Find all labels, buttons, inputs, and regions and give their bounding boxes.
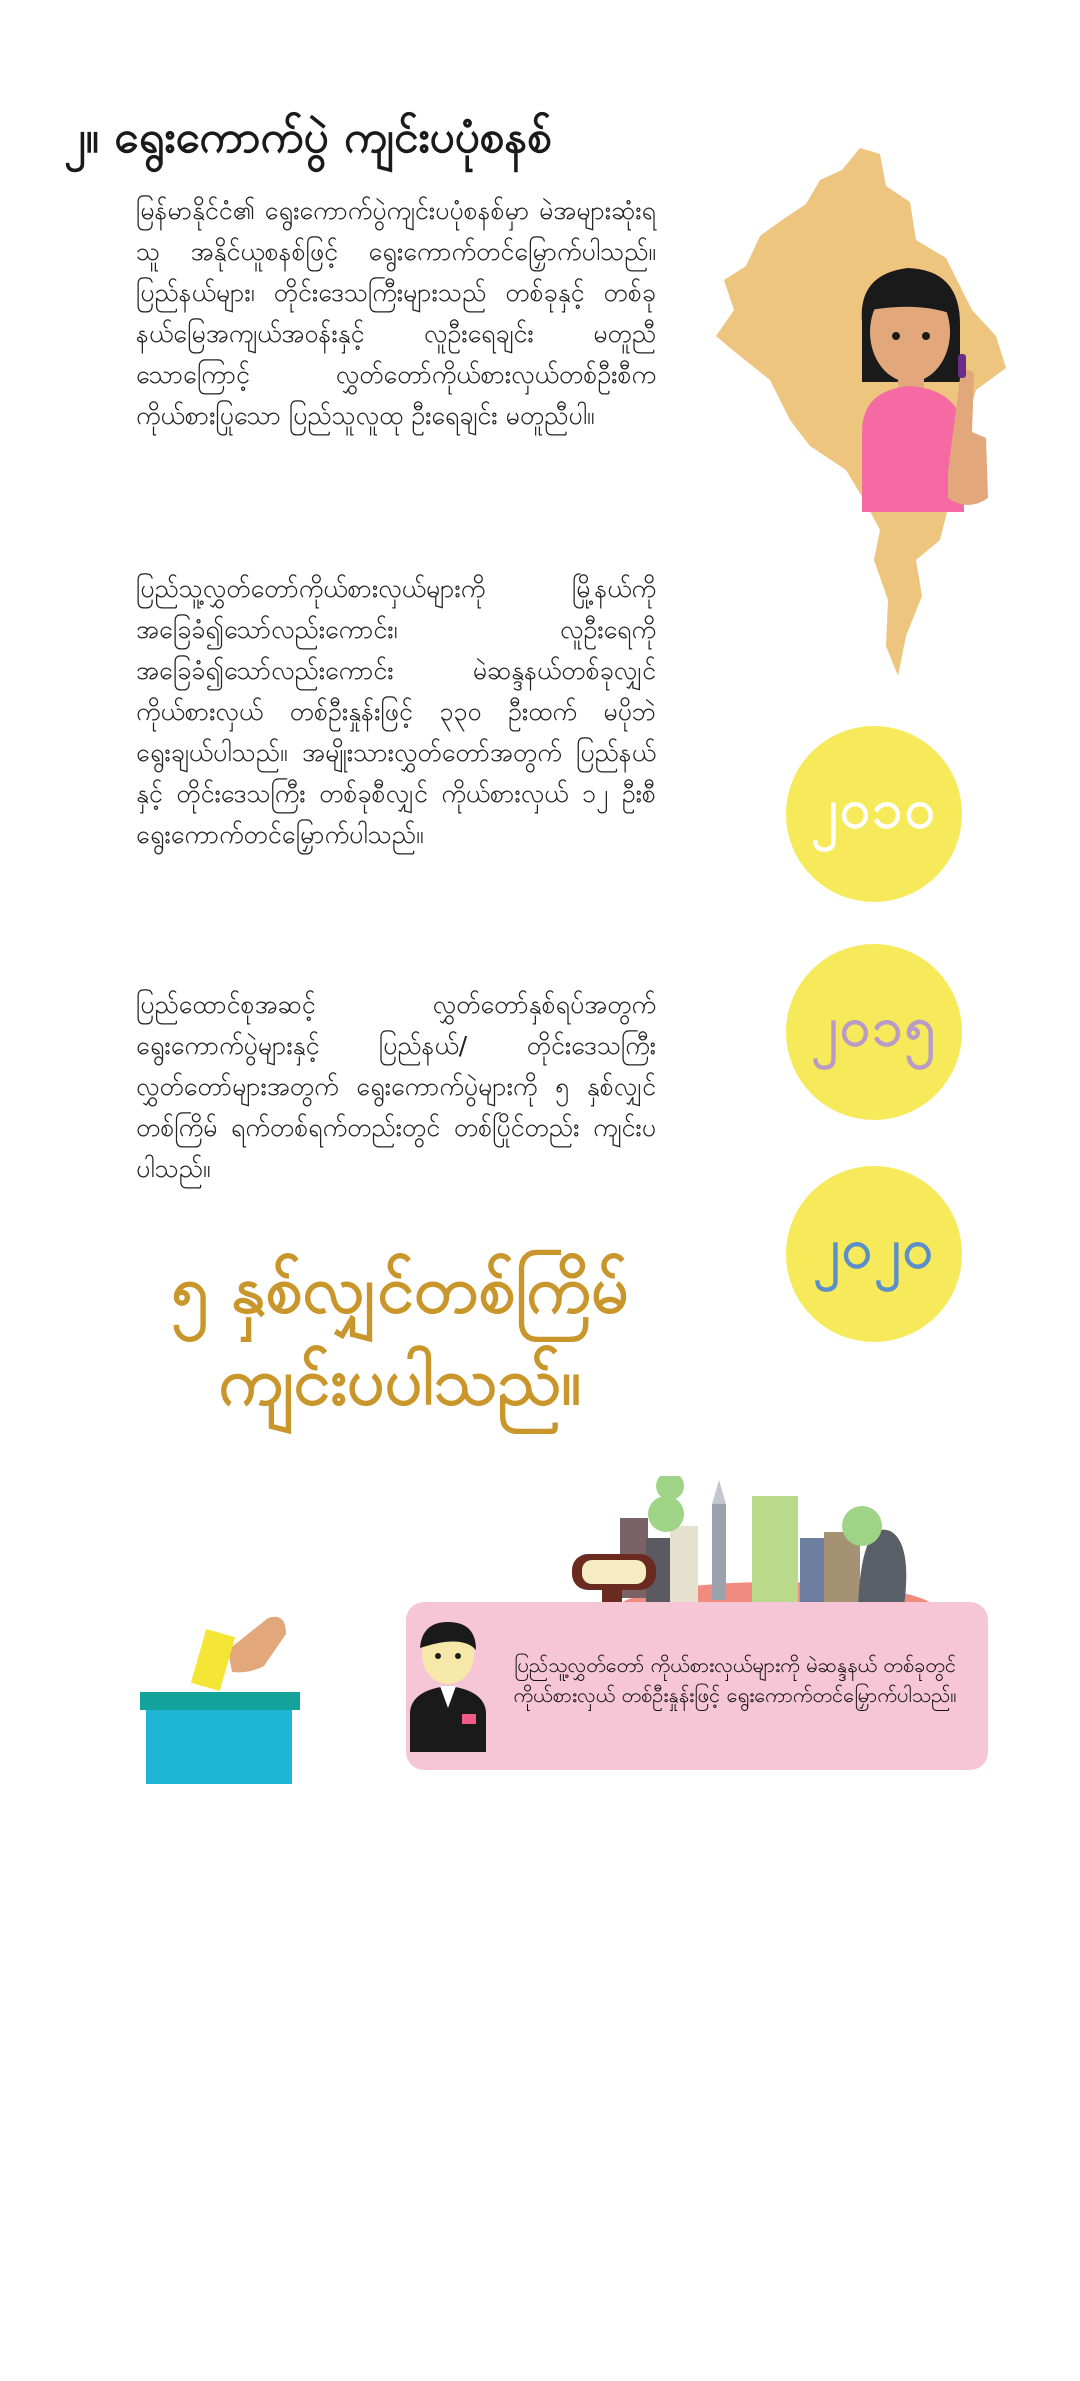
paragraph-electoral-system: မြန်မာနိုင်ငံ၏ ရွေးကောက်ပွဲကျင်းပပုံစနစ်… (136, 196, 656, 430)
paragraph-representatives: ပြည်သူ့လွှတ်တော်ကိုယ်စားလှယ်များကို မြို… (136, 574, 656, 849)
year-circle-2010: ၂၀၁၀ (786, 726, 962, 902)
ballot-box-icon (140, 1616, 300, 1784)
year-circle-2020: ၂၀၂၀ (786, 1166, 962, 1342)
highlight-text: ၅ နှစ်လျှင်တစ်ကြိမ် ကျင်းပပါသည်။ (100, 1244, 700, 1428)
paragraph-election-cycle: ပြည်ထောင်စုအဆင့် လွှတ်တော်နှစ်ရပ်အတွက် ရ… (136, 990, 656, 1183)
voter-woman-icon (861, 268, 988, 512)
representative-icon (410, 1622, 486, 1752)
highlight-line-2: ကျင်းပပါသည်။ (218, 1343, 582, 1420)
callout-text: ပြည်သူ့လွှတ်တော် ကိုယ်စားလှယ်များကို မဲဆ… (513, 1653, 957, 1707)
section-heading: ၂။ ရွေးကောက်ပွဲ ကျင်းပပုံစနစ် (64, 112, 552, 163)
year-circle-2015: ၂၀၁၅ (786, 944, 962, 1120)
highlight-line-1: ၅ နှစ်လျှင်တစ်ကြိမ် (171, 1251, 629, 1328)
